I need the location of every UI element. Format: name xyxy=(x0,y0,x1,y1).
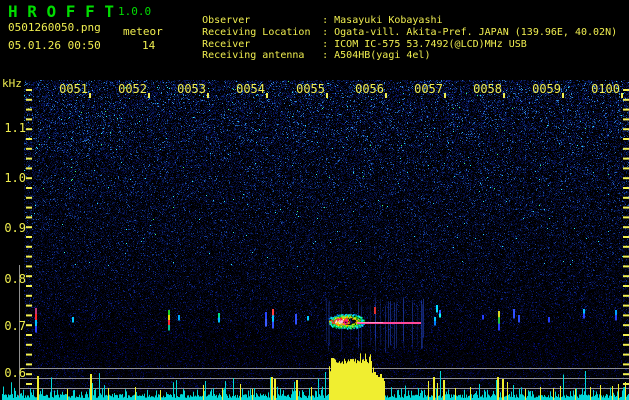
freq-label-1.1: 1.1 xyxy=(4,121,26,135)
time-label-0057: 0057 xyxy=(414,82,443,96)
app-title: H R O F F T xyxy=(8,2,114,21)
freq-label-0.6: 0.6 xyxy=(4,366,26,380)
output-filename: 0501260050.png xyxy=(8,21,101,34)
freq-label-1.0: 1.0 xyxy=(4,171,26,185)
app-version: 1.0.0 xyxy=(118,5,152,18)
time-label-0054: 0054 xyxy=(236,82,265,96)
meteor-count: 14 xyxy=(142,39,156,52)
antenna-label: Receiving antenna xyxy=(202,50,305,61)
time-label-0053: 0053 xyxy=(177,82,206,96)
antenna-value: A504HB(yagi 4el) xyxy=(334,50,431,61)
time-label-0051: 0051 xyxy=(59,82,88,96)
time-label-0100: 0100 xyxy=(591,82,620,96)
time-label-0055: 0055 xyxy=(296,82,325,96)
time-label-0056: 0056 xyxy=(355,82,384,96)
freq-label-0.9: 0.9 xyxy=(4,221,26,235)
time-label-0052: 0052 xyxy=(118,82,147,96)
freq-label-0.8: 0.8 xyxy=(4,272,26,286)
datetime-label: 05.01.26 00:50 xyxy=(8,39,101,52)
info-row-antenna: Receiving antenna: A504HB(yagi 4el) xyxy=(178,39,430,72)
time-label-0059: 0059 xyxy=(532,82,561,96)
freq-axis-unit: kHz xyxy=(2,77,22,90)
time-label-0058: 0058 xyxy=(473,82,502,96)
freq-label-0.7: 0.7 xyxy=(4,319,26,333)
mode-label: meteor xyxy=(123,25,163,38)
separator: : xyxy=(322,50,335,61)
hrofft-screen: H R O F F T 1.0.0 0501260050.png meteor … xyxy=(0,0,629,400)
